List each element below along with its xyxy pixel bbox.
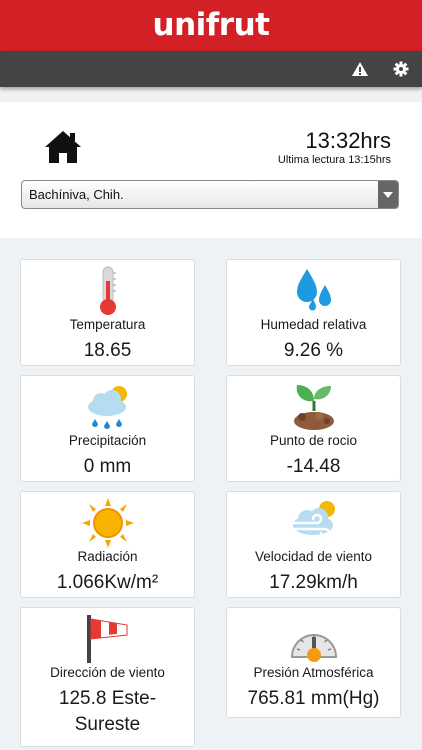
metric-card-dew-point[interactable]: Punto de rocio -14.48 bbox=[226, 375, 401, 482]
metric-value: 17.29km/h bbox=[269, 572, 358, 593]
home-icon[interactable] bbox=[43, 129, 83, 165]
metric-label: Temperatura bbox=[69, 317, 146, 332]
metric-value: -14.48 bbox=[286, 456, 341, 477]
barometer-icon bbox=[287, 613, 341, 665]
metric-label: Velocidad de viento bbox=[254, 549, 373, 564]
gear-icon[interactable] bbox=[392, 60, 410, 78]
windsock-icon bbox=[81, 613, 135, 665]
metric-card-humidity[interactable]: Humedad relativa 9.26 % bbox=[226, 259, 401, 366]
metric-label: Humedad relativa bbox=[260, 317, 367, 332]
brand-header: unifrut bbox=[0, 0, 422, 51]
sprout-icon bbox=[287, 381, 341, 433]
station-select[interactable]: Bachíniva, Chih. bbox=[21, 180, 399, 209]
station-select-value: Bachíniva, Chih. bbox=[29, 187, 124, 202]
current-time: 13:32hrs bbox=[305, 128, 391, 153]
metric-value: 9.26 % bbox=[283, 340, 344, 361]
toolbar bbox=[0, 51, 422, 87]
metric-value: 1.066Kw/m² bbox=[56, 572, 159, 593]
metric-label: Punto de rocio bbox=[269, 433, 358, 448]
metric-card-wind-speed[interactable]: Velocidad de viento 17.29km/h bbox=[226, 491, 401, 598]
metric-card-radiation[interactable]: Radiación 1.066Kw/m² bbox=[20, 491, 195, 598]
rain-cloud-icon bbox=[81, 381, 135, 433]
windy-cloud-icon bbox=[287, 497, 341, 549]
metric-card-precipitation[interactable]: Precipitación 0 mm bbox=[20, 375, 195, 482]
metric-value: 125.8 Este-Sureste bbox=[58, 688, 157, 735]
metric-value: 0 mm bbox=[83, 456, 132, 477]
sun-icon bbox=[81, 497, 135, 549]
last-reading-time: Ultima lectura 13:15hrs bbox=[277, 154, 391, 166]
chevron-down-icon[interactable] bbox=[378, 181, 398, 208]
metric-card-wind-direction[interactable]: Dirección de viento 125.8 Este-Sureste bbox=[20, 607, 195, 747]
brand-logo: unifrut bbox=[152, 7, 270, 43]
water-drops-icon bbox=[287, 265, 341, 317]
thermometer-icon bbox=[81, 265, 135, 317]
metric-label: Radiación bbox=[77, 549, 138, 564]
metric-label: Presión Atmosférica bbox=[253, 665, 374, 680]
warning-icon[interactable] bbox=[351, 60, 369, 78]
metric-value: 18.65 bbox=[83, 340, 132, 361]
metric-card-pressure[interactable]: Presión Atmosférica 765.81 mm(Hg) bbox=[226, 607, 401, 718]
metric-value: 765.81 mm(Hg) bbox=[247, 688, 380, 709]
status-panel: 13:32hrs Ultima lectura 13:15hrs Bachíni… bbox=[0, 102, 422, 238]
metric-label: Precipitación bbox=[68, 433, 147, 448]
metric-label: Dirección de viento bbox=[50, 665, 165, 680]
metric-card-temperature[interactable]: Temperatura 18.65 bbox=[20, 259, 195, 366]
